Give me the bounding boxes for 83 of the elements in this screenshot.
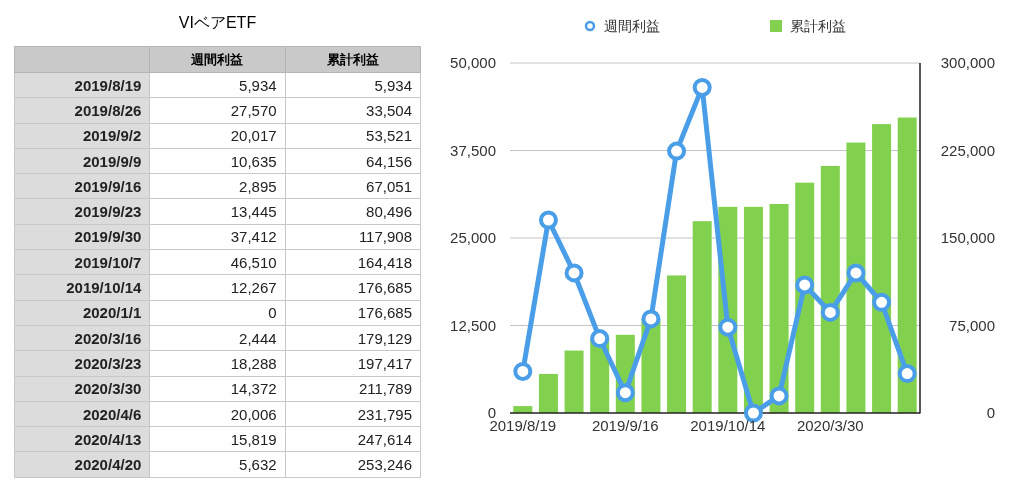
table-cell: 5,934 — [285, 72, 421, 98]
axis-tick-label: 12,500 — [450, 316, 496, 334]
table-cell: 197,417 — [285, 350, 421, 377]
table-cell: 2,895 — [149, 173, 286, 199]
axis-tick-label: 2019/9/16 — [591, 417, 659, 434]
table-cell: 20,017 — [149, 123, 286, 149]
bar — [513, 406, 533, 413]
data-point-marker — [667, 141, 687, 161]
row-header-cell: 2019/9/9 — [14, 148, 150, 174]
axis-tick-label: 75,000 — [949, 316, 995, 334]
table-cell: 33,504 — [285, 97, 421, 124]
data-point-marker — [692, 77, 712, 97]
row-header-cell: 2019/9/30 — [14, 224, 150, 250]
axis-tick-label: 300,000 — [940, 54, 995, 71]
table-cell: 176,685 — [285, 300, 421, 326]
table-cell: 231,795 — [285, 401, 421, 427]
row-header-cell: 2019/10/7 — [14, 249, 150, 275]
row-header-cell: 2020/4/6 — [14, 401, 150, 427]
axis-tick-label: 0 — [986, 404, 995, 421]
table-cell: 67,051 — [285, 173, 421, 199]
row-header-cell: 2020/3/23 — [14, 350, 150, 377]
table-cell: 12,267 — [149, 274, 286, 301]
data-point-marker — [795, 275, 815, 295]
data-point-marker — [769, 386, 789, 406]
table-cell: 0 — [149, 300, 286, 326]
row-header-cell: 2020/3/16 — [14, 325, 150, 351]
axis-tick-label: 2020/3/30 — [796, 417, 864, 434]
table-cell: 10,635 — [149, 148, 286, 174]
data-point-marker — [590, 329, 610, 349]
axis-tick-label: 2019/10/14 — [690, 417, 766, 434]
row-header-cell: 2019/8/19 — [14, 72, 150, 98]
data-point-marker — [846, 263, 866, 283]
legend-label: 週間利益 — [604, 18, 660, 34]
axis-tick-label: 37,500 — [450, 141, 496, 159]
legend-label: 累計利益 — [790, 18, 846, 34]
table-cell: 5,934 — [149, 72, 286, 98]
data-point-marker — [615, 383, 635, 403]
axis-tick-label: 50,000 — [450, 54, 496, 71]
data-point-marker — [820, 302, 840, 322]
data-point-marker — [872, 292, 892, 312]
data-point-marker — [538, 210, 558, 230]
table-cell: 117,908 — [285, 224, 421, 250]
row-header-cell: 2020/3/30 — [14, 376, 150, 402]
axis-tick-label: 150,000 — [940, 229, 995, 246]
data-point-marker — [897, 364, 917, 384]
table-cell: 13,445 — [149, 199, 286, 225]
data-point-marker — [513, 361, 533, 381]
row-header-cell: 2019/10/14 — [14, 274, 150, 301]
axis-tick-label: 225,000 — [940, 141, 995, 159]
table-cell: 20,006 — [149, 401, 286, 427]
table-cell: 64,156 — [285, 148, 421, 174]
row-header-cell: 2019/9/2 — [14, 123, 150, 149]
row-header-cell: 2020/1/1 — [14, 300, 150, 326]
axis-tick-label: 25,000 — [450, 229, 496, 246]
bar — [538, 373, 558, 413]
column-header: 累計利益 — [285, 46, 421, 73]
table-cell: 18,288 — [149, 350, 286, 377]
table-cell: 164,418 — [285, 249, 421, 275]
table-cell: 5,632 — [149, 451, 286, 478]
table-cell: 27,570 — [149, 97, 286, 124]
table-cell: 179,129 — [285, 325, 421, 351]
table-cell: 14,372 — [149, 376, 286, 402]
row-header-cell: 2019/9/16 — [14, 173, 150, 199]
table-cell: 247,614 — [285, 426, 421, 452]
row-header-cell: 2020/4/20 — [14, 451, 150, 478]
data-point-marker — [718, 317, 738, 337]
table-cell: 211,789 — [285, 376, 421, 402]
table-cell: 253,246 — [285, 451, 421, 478]
column-header: 週間利益 — [149, 46, 286, 73]
row-header-cell: 2019/9/23 — [14, 199, 150, 225]
table-cell: 176,685 — [285, 274, 421, 301]
table-cell: 15,819 — [149, 426, 286, 452]
bar — [564, 350, 584, 413]
table-cell: 2,444 — [149, 325, 286, 351]
table-title: VIベアETF — [178, 13, 257, 33]
row-header-cell: 2020/4/13 — [14, 426, 150, 452]
table-cell: 80,496 — [285, 199, 421, 225]
data-point-marker — [641, 309, 661, 329]
table-cell: 46,510 — [149, 249, 286, 275]
table-cell: 53,521 — [285, 123, 421, 149]
data-point-marker — [564, 263, 584, 283]
row-header-cell: 2019/8/26 — [14, 97, 150, 124]
table-cell: 37,412 — [149, 224, 286, 250]
